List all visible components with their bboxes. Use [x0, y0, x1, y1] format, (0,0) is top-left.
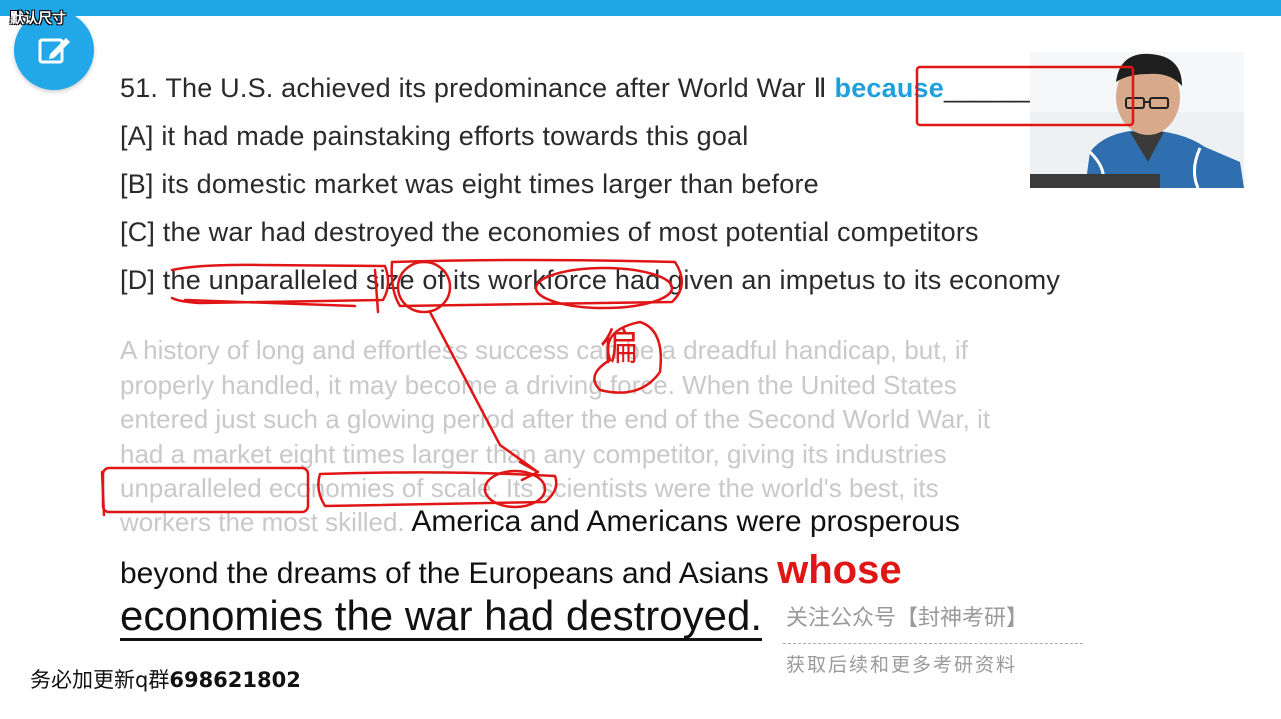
passage-line-7-text: beyond the dreams of the Europeans and A…: [120, 557, 778, 590]
group-notice-text: 务必加更新q群: [30, 668, 170, 692]
question-keyword: because: [834, 73, 944, 103]
group-notice: 务必加更新q群698621802: [30, 664, 301, 694]
watermark-divider: [783, 643, 1083, 644]
edit-icon: [38, 38, 70, 64]
group-number: 698621802: [169, 668, 301, 692]
passage-faded-text: workers the most skilled.: [120, 507, 405, 537]
question-stem-text: 51. The U.S. achieved its predominance a…: [120, 73, 827, 103]
keyword-whose: whose: [777, 548, 902, 592]
instructor-webcam: [1030, 52, 1244, 188]
unparalleled-underline: [183, 298, 357, 308]
passage-line: properly handled, it may become a drivin…: [120, 369, 957, 400]
reading-passage: A history of long and effortless success…: [120, 333, 1180, 506]
passage-line: had a market eight times larger than any…: [120, 438, 947, 469]
watermark-line-1: 关注公众号【封神考研】: [786, 606, 1029, 631]
watermark-line-2: 获取后续和更多考研资料: [786, 654, 1018, 676]
passage-line: unparalleled economies of scale. Its sci…: [120, 473, 939, 503]
passage-line-7: beyond the dreams of the Europeans and A…: [120, 548, 902, 593]
option-c: [C] the war had destroyed the economies …: [120, 217, 979, 247]
option-b: [B] its domestic market was eight times …: [120, 169, 819, 199]
person-icon: [1030, 52, 1244, 188]
top-bar: [0, 0, 1281, 16]
passage-line: entered just such a glowing period after…: [120, 404, 991, 434]
question-stem: 51. The U.S. achieved its predominance a…: [120, 73, 1066, 104]
default-size-label[interactable]: 默认尺寸: [10, 8, 66, 28]
option-a: [A] it had made painstaking efforts towa…: [120, 121, 749, 151]
passage-line-8: economies the war had destroyed.: [120, 592, 763, 641]
option-d: [D] the unparalleled size of its workfor…: [120, 265, 1061, 295]
passage-line: A history of long and effortless success…: [120, 335, 968, 365]
passage-dark-text: America and Americans were prosperous: [404, 505, 960, 538]
passage-line-6: workers the most skilled. America and Am…: [120, 505, 960, 539]
